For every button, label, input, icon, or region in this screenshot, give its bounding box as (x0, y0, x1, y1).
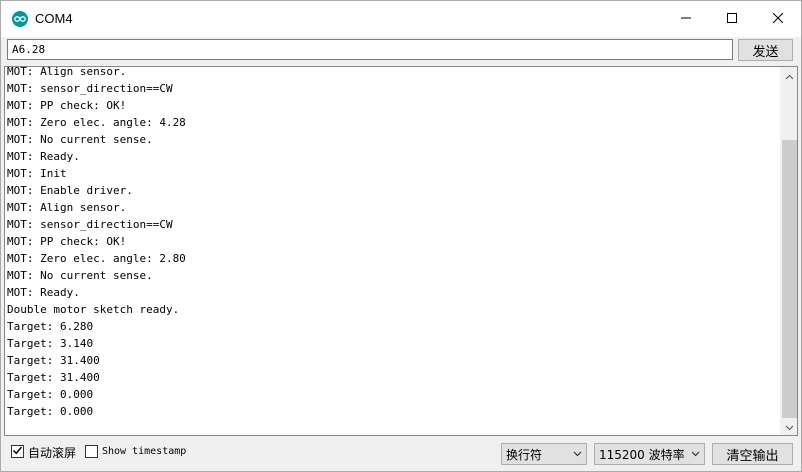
log-line: MOT: Ready. (7, 286, 80, 299)
log-line: MOT: sensor_direction==CW (7, 82, 173, 95)
send-button[interactable]: 发送 (738, 39, 793, 61)
chevron-down-icon (686, 451, 704, 457)
log-line: Target: 3.140 (7, 337, 94, 350)
show-timestamp-label[interactable]: Show timestamp (102, 446, 186, 457)
log-line: MOT: PP check: OK! (7, 235, 127, 248)
log-line: MOT: Zero elec. angle: 4.28 (7, 116, 186, 129)
log-line: Double motor sketch ready. (7, 303, 180, 316)
minimize-icon (681, 12, 691, 26)
log-line: MOT: Zero elec. angle: 2.80 (7, 252, 186, 265)
bottom-toolbar: 自动滚屏 Show timestamp 换行符 115200 波特率 清空输出 (1, 439, 801, 471)
window-title: COM4 (35, 11, 73, 26)
title-bar[interactable]: COM4 (1, 1, 801, 37)
autoscroll-label[interactable]: 自动滚屏 (28, 444, 76, 461)
log-line: MOT: Ready. (7, 150, 80, 163)
show-timestamp-checkbox[interactable] (85, 445, 98, 458)
log-line: Target: 31.400 (7, 371, 100, 384)
log-line: MOT: No current sense. (7, 133, 153, 146)
baud-rate-select[interactable]: 115200 波特率 (594, 443, 705, 465)
scrollbar-thumb[interactable] (782, 140, 797, 418)
log-line: MOT: Enable driver. (7, 184, 133, 197)
close-button[interactable] (755, 1, 801, 37)
line-ending-select[interactable]: 换行符 (501, 443, 587, 465)
check-icon (12, 445, 23, 459)
serial-output[interactable]: MOT: Align sensor. MOT: sensor_direction=… (4, 66, 798, 436)
log-line: MOT: Align sensor. (7, 66, 127, 78)
line-ending-value: 换行符 (506, 447, 543, 462)
log-line: Target: 0.000 (7, 405, 94, 418)
log-line: MOT: Align sensor. (7, 201, 127, 214)
log-line: Target: 31.400 (7, 354, 100, 367)
close-icon (772, 12, 784, 26)
chevron-up-icon (785, 69, 794, 83)
vertical-scrollbar[interactable] (780, 67, 797, 435)
output-log: MOT: Align sensor. MOT: sensor_direction=… (7, 66, 781, 420)
chevron-down-icon (568, 451, 586, 457)
log-line: MOT: sensor_direction==CW (7, 218, 173, 231)
serial-monitor-window: COM4 发送 MOT: Align sensor. MOT: sensor_di… (0, 0, 802, 472)
baud-rate-value: 115200 波特率 (599, 447, 685, 462)
clear-output-button[interactable]: 清空输出 (712, 443, 793, 465)
scroll-down-button[interactable] (781, 418, 797, 435)
scroll-up-button[interactable] (781, 67, 797, 84)
maximize-icon (727, 12, 737, 26)
log-line: MOT: PP check: OK! (7, 99, 127, 112)
log-line: Target: 6.280 (7, 320, 94, 333)
autoscroll-checkbox[interactable] (11, 445, 24, 458)
log-line: MOT: No current sense. (7, 269, 153, 282)
log-line: MOT: Init (7, 167, 67, 180)
maximize-button[interactable] (709, 1, 755, 37)
arduino-icon (12, 11, 28, 27)
send-input[interactable] (7, 39, 733, 60)
send-row: 发送 (1, 37, 801, 65)
chevron-down-icon (785, 420, 794, 434)
log-line: Target: 0.000 (7, 388, 94, 401)
minimize-button[interactable] (663, 1, 709, 37)
